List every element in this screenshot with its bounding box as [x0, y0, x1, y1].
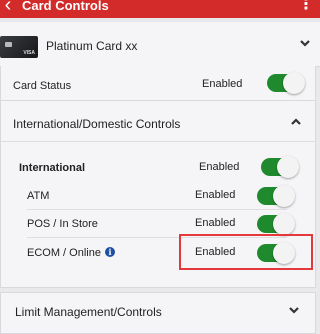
section-title-intl: International/Domestic Controls	[13, 117, 181, 131]
atm-toggle[interactable]	[257, 185, 295, 207]
page-title: Card Controls	[22, 0, 109, 13]
pos-toggle[interactable]	[257, 213, 295, 235]
toggle-knob	[273, 185, 295, 207]
toggle-knob	[277, 156, 299, 178]
card-status-value: Enabled	[202, 78, 243, 90]
highlight-box	[179, 234, 313, 270]
chevron-up-icon[interactable]	[289, 115, 303, 129]
card-status-toggle[interactable]	[267, 72, 305, 94]
intl-row-label: International	[19, 162, 86, 174]
atm-row-value: Enabled	[195, 189, 236, 201]
ecom-row-label: ECOM / Online i	[27, 247, 115, 259]
international-toggle[interactable]	[261, 156, 299, 178]
card-status-row: Card Status Enabled	[0, 66, 316, 101]
info-icon[interactable]: i	[104, 247, 115, 257]
pos-row-value: Enabled	[195, 217, 236, 229]
card-status-label: Card Status	[13, 80, 72, 92]
card-selector[interactable]: VISA Platinum Card xx	[0, 22, 320, 67]
card-brand-logo: VISA	[23, 50, 35, 56]
card-thumbnail: VISA	[0, 36, 38, 58]
limit-management-section[interactable]: Limit Management/Controls	[0, 292, 316, 334]
chevron-down-icon[interactable]	[287, 303, 301, 317]
intl-row-value: Enabled	[199, 161, 240, 173]
divider	[1, 141, 315, 142]
pos-row-label: POS / In Store	[27, 218, 98, 230]
divider	[27, 209, 287, 210]
ecom-label-text: ECOM / Online	[27, 247, 101, 259]
section-title-limit: Limit Management/Controls	[15, 305, 162, 319]
chevron-left-icon[interactable]: ‹	[0, 0, 16, 16]
toggle-knob	[273, 213, 295, 235]
atm-row-label: ATM	[27, 190, 50, 202]
chevron-down-icon[interactable]	[298, 36, 312, 50]
toggle-knob	[283, 72, 305, 94]
app-bar: ‹ Card Controls ⋮	[0, 0, 320, 18]
card-name: Platinum Card xx	[46, 39, 138, 53]
card-chip-icon	[5, 42, 12, 47]
more-vertical-icon[interactable]: ⋮	[298, 0, 314, 14]
